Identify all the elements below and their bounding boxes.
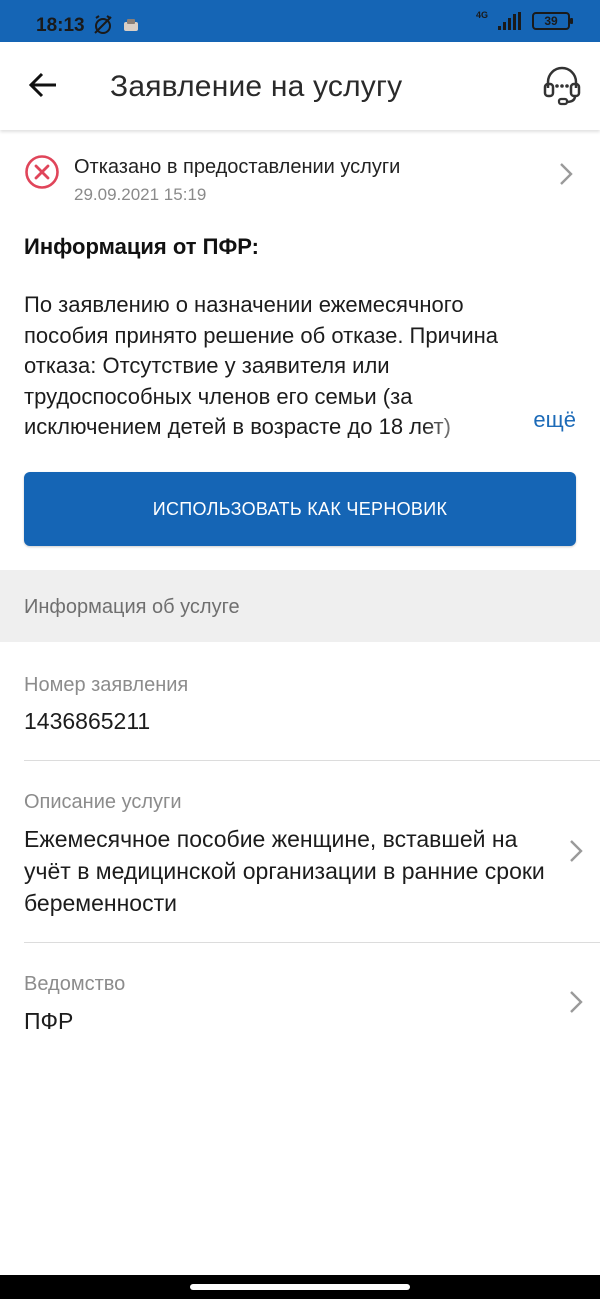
- chevron-right-icon: [570, 991, 583, 1013]
- service-description-field[interactable]: Описание услуги Ежемесячное пособие женщ…: [0, 761, 600, 942]
- headset-support-icon[interactable]: [542, 64, 582, 106]
- field-label: Ведомство: [24, 973, 126, 995]
- status-label: Отказано в предоставлении услуги: [74, 156, 401, 178]
- home-indicator[interactable]: [190, 1284, 410, 1290]
- application-number-value: 1436865211: [24, 708, 151, 734]
- agency-value: ПФР: [24, 1008, 74, 1034]
- status-time: 18:13: [36, 15, 85, 36]
- chevron-right-icon: [560, 163, 573, 185]
- status-bar: 18:13 4G 39: [0, 0, 600, 42]
- chevron-right-icon: [570, 840, 583, 862]
- back-arrow-icon[interactable]: [26, 68, 60, 102]
- section-title: Информация об услуге: [24, 596, 240, 618]
- section-header: Информация об услуге: [0, 570, 600, 642]
- application-number-field: Номер заявления 1436865211: [0, 642, 600, 760]
- status-icons-right: 4G 39: [475, 10, 573, 30]
- field-label: Описание услуги: [24, 791, 182, 813]
- agency-field[interactable]: Ведомство ПФР: [0, 943, 600, 1053]
- signal-icon: [498, 12, 521, 30]
- app-notification-icon: [124, 19, 138, 31]
- text-fade: [420, 406, 530, 438]
- battery-indicator: 39: [532, 12, 573, 30]
- alarm-off-icon: [94, 15, 112, 34]
- status-date: 29.09.2021 15:19: [74, 185, 207, 204]
- network-type: 4G: [475, 10, 488, 20]
- app-bar: Заявление на услугу: [0, 42, 600, 130]
- field-label: Номер заявления: [24, 674, 189, 696]
- info-heading: Информация от ПФР:: [24, 234, 259, 259]
- use-as-draft-button[interactable]: ИСПОЛЬЗОВАТЬ КАК ЧЕРНОВИК: [24, 472, 576, 546]
- application-status-row[interactable]: Отказано в предоставлении услуги 29.09.2…: [0, 140, 600, 220]
- page-title: Заявление на услугу: [110, 70, 403, 103]
- rejected-icon: [25, 155, 59, 189]
- show-more-link[interactable]: ещё: [533, 407, 576, 433]
- status-icons-left: [92, 14, 140, 36]
- service-description-value: Ежемесячное пособие женщине, вставшей на…: [24, 826, 545, 916]
